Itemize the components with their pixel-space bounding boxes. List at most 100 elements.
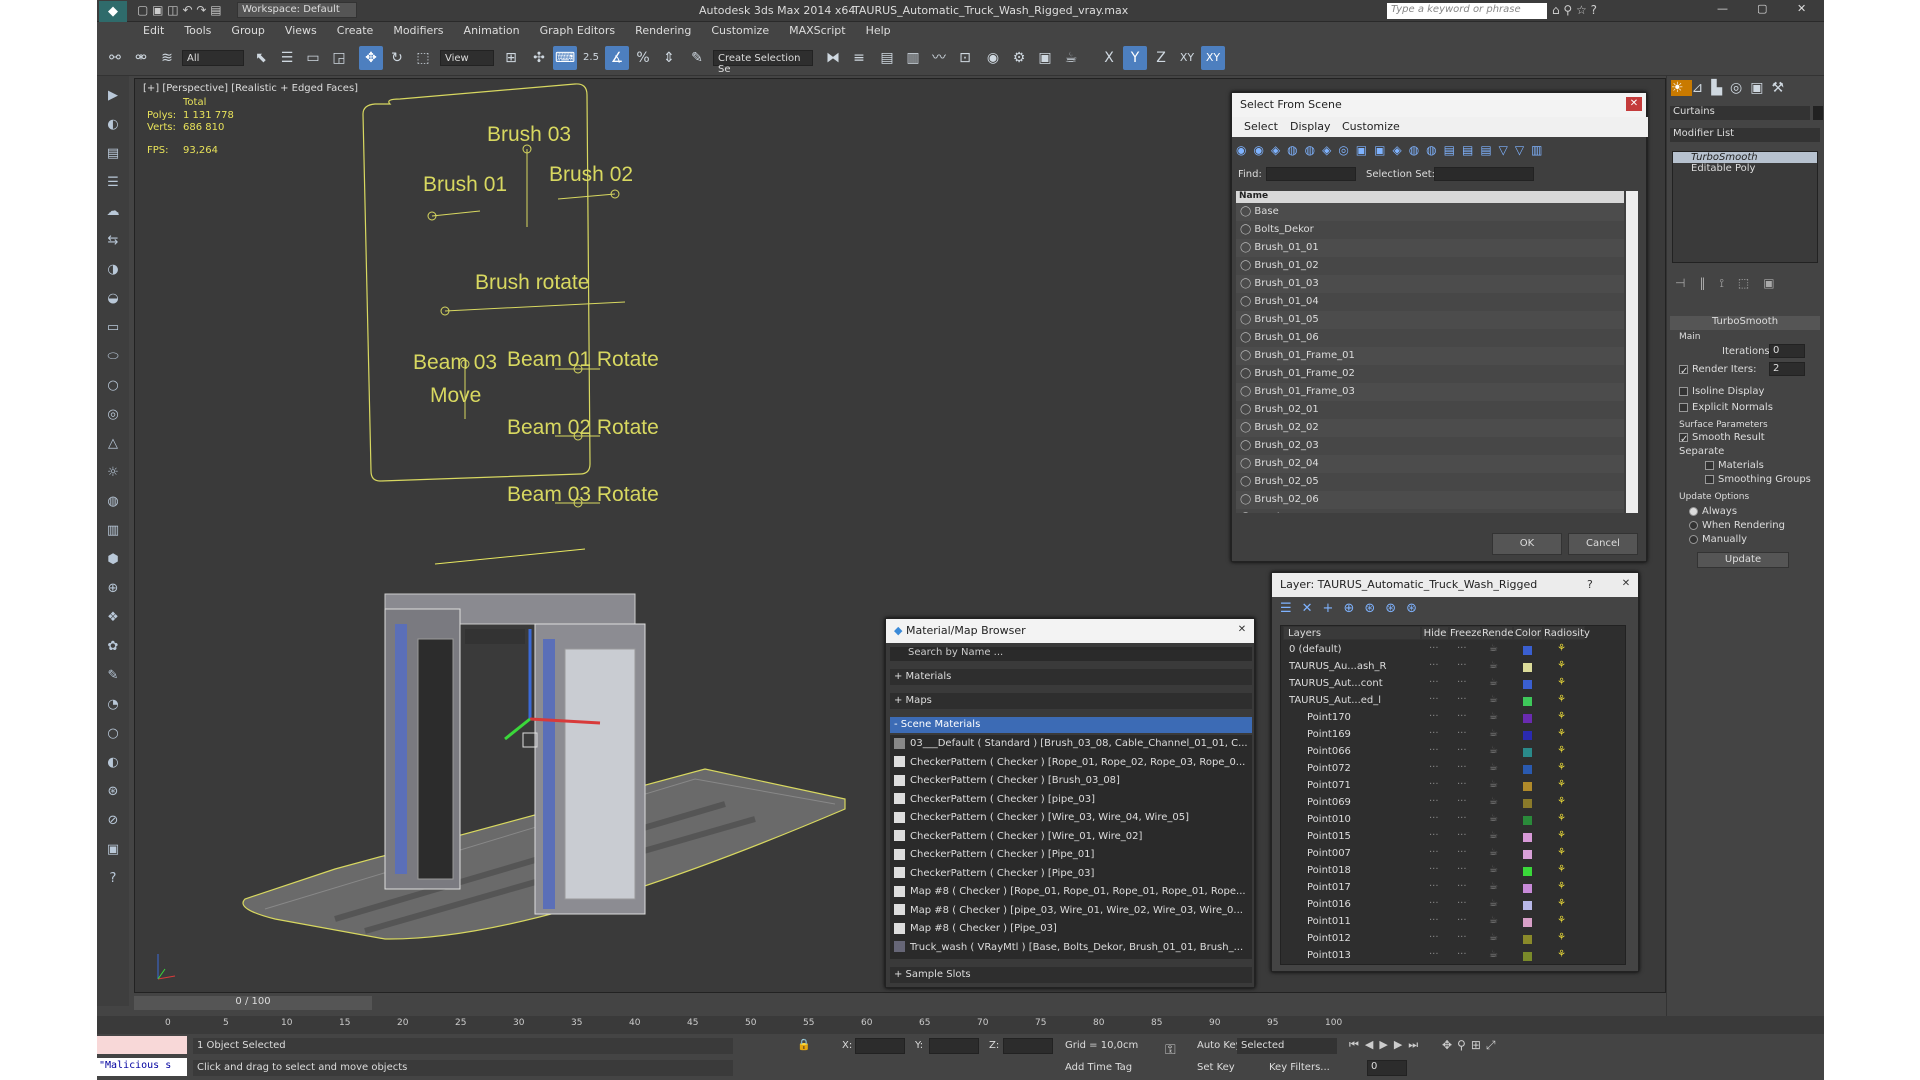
scene-item[interactable]: ◯ Brush_02_06 [1236,491,1624,509]
key-mode-select[interactable]: Selected [1237,1038,1337,1054]
hide-icon[interactable]: ··· [1429,932,1439,943]
layer-color-swatch[interactable] [1523,714,1532,723]
layer-row[interactable]: Point016 ··· ··· ☕ ⚘ [1281,897,1625,914]
spinner-snap-icon[interactable]: ⇕ [657,46,681,70]
freeze-icon[interactable]: ··· [1457,830,1467,841]
menu-select[interactable]: Select [1244,120,1278,133]
freeze-icon[interactable]: ··· [1457,711,1467,722]
update-when-rendering-radio[interactable]: When Rendering [1689,520,1785,531]
pivot-center-icon[interactable]: ⊞ [499,46,523,70]
layer-row[interactable]: Point017 ··· ··· ☕ ⚘ [1281,880,1625,897]
minimize-button[interactable]: — [1717,2,1728,15]
freeze-icon[interactable]: ··· [1457,745,1467,756]
tool-icon-27[interactable]: ? [103,869,123,889]
radiosity-icon[interactable]: ⚘ [1557,677,1566,688]
align-icon[interactable]: ≡ [847,46,871,70]
select-from-scene-dialog[interactable]: Select From Scene ✕ Select Display Custo… [1231,92,1648,562]
layer-color-swatch[interactable] [1523,697,1532,706]
y-coord-input[interactable] [929,1038,979,1054]
render-icon[interactable]: ☕ [1489,728,1498,739]
freeze-icon[interactable]: ··· [1457,677,1467,688]
smoothing-groups-check[interactable]: Smoothing Groups [1705,474,1811,485]
tool-icon-8[interactable]: ▭ [103,318,123,338]
scene-item[interactable]: ◯ Brush_02_04 [1236,455,1624,473]
render-setup-icon[interactable]: ⚙ [1007,46,1031,70]
command-panel-tabs[interactable]: ☀⊿▙◎▣⚒ [1671,80,1792,96]
tool-icon-0[interactable]: ▶ [103,86,123,106]
radiosity-icon[interactable]: ⚘ [1557,762,1566,773]
tool-icon-19[interactable]: ✿ [103,637,123,657]
tool-icon-13[interactable]: ☼ [103,463,123,483]
material-item[interactable]: CheckerPattern ( Checker ) [Wire_01, Wir… [890,828,1252,846]
render-iters-spinner[interactable]: 2 [1769,362,1805,376]
hide-icon[interactable]: ··· [1429,660,1439,671]
render-icon[interactable]: ☕ [1489,813,1498,824]
scene-object-list[interactable]: ◯ Base ◯ Bolts_Dekor ◯ Brush_01_01 ◯ Brush_… [1236,203,1624,513]
modifier-list-select[interactable]: Modifier List [1670,128,1820,142]
bind-spacewarp-icon[interactable]: ≋ [155,46,179,70]
hide-icon[interactable]: ··· [1429,847,1439,858]
menu-help[interactable]: Help [856,22,901,39]
render-icon[interactable]: ☕ [1489,932,1498,943]
material-item[interactable]: CheckerPattern ( Checker ) [pipe_03] [890,791,1252,809]
tool-icon-16[interactable]: ⬢ [103,550,123,570]
menu-rendering[interactable]: Rendering [625,22,701,39]
tool-icon-14[interactable]: ◍ [103,492,123,512]
maxscript-mini[interactable] [97,1036,187,1054]
radiosity-icon[interactable]: ⚘ [1557,830,1566,841]
scene-item[interactable]: ◯ Brush_02_02 [1236,419,1624,437]
menu-maxscript[interactable]: MAXScript [779,22,855,39]
tool-icon-26[interactable]: ▣ [103,840,123,860]
radiosity-icon[interactable]: ⚘ [1557,915,1566,926]
layer-toolbar[interactable]: ☰✕+⊕⊛⊛⊛ [1280,601,1427,616]
scene-item[interactable]: ◯ Brush_02_01 [1236,401,1624,419]
radiosity-icon[interactable]: ⚘ [1557,745,1566,756]
radiosity-icon[interactable]: ⚘ [1557,643,1566,654]
explicit-normals-check[interactable]: Explicit Normals [1679,402,1773,413]
curve-editor-icon[interactable]: 〰 [927,46,951,70]
hide-icon[interactable]: ··· [1429,898,1439,909]
workspace-select[interactable]: Workspace: Default [237,2,357,18]
render-icon[interactable]: ☕ [1489,779,1498,790]
axis-z-button[interactable]: Z [1149,46,1173,70]
scene-item[interactable]: ◯ Brush_01_02 [1236,257,1624,275]
current-frame-input[interactable]: 0 [1367,1060,1407,1076]
selection-filter[interactable]: All [182,50,244,66]
x-coord-input[interactable] [855,1038,905,1054]
radiosity-icon[interactable]: ⚘ [1557,694,1566,705]
freeze-icon[interactable]: ··· [1457,847,1467,858]
hide-icon[interactable]: ··· [1429,881,1439,892]
menu-graph-editors[interactable]: Graph Editors [530,22,626,39]
render-frame-icon[interactable]: ▣ [1033,46,1057,70]
iterations-spinner[interactable]: 0 [1769,344,1805,358]
tool-icon-9[interactable]: ⬭ [103,347,123,367]
scene-item[interactable]: ◯ Brush_01_Frame_03 [1236,383,1624,401]
hide-icon[interactable]: ··· [1429,677,1439,688]
layer-row[interactable]: Point007 ··· ··· ☕ ⚘ [1281,846,1625,863]
hide-icon[interactable]: ··· [1429,813,1439,824]
layer-row[interactable]: Point066 ··· ··· ☕ ⚘ [1281,744,1625,761]
key-icon[interactable]: ⚿ [1165,1042,1176,1058]
isoline-check[interactable]: Isoline Display [1679,386,1764,397]
tool-icon-4[interactable]: ☁ [103,202,123,222]
render-icon[interactable]: ☕ [1489,864,1498,875]
menu-views[interactable]: Views [275,22,327,39]
radiosity-icon[interactable]: ⚘ [1557,898,1566,909]
axis-y-button[interactable]: Y [1123,46,1147,70]
layer-color-swatch[interactable] [1523,663,1532,672]
hide-icon[interactable]: ··· [1429,779,1439,790]
rect-region-icon[interactable]: ▭ [301,46,325,70]
axis-xy-cycle-button[interactable]: XY [1201,46,1225,70]
named-selection-set[interactable]: Create Selection Se [713,50,813,75]
layer-color-swatch[interactable] [1523,816,1532,825]
scene-item[interactable]: ◯ Bolts_Dekor [1236,221,1624,239]
menu-display[interactable]: Display [1290,120,1331,133]
layer-color-swatch[interactable] [1523,782,1532,791]
menu-customize[interactable]: Customize [701,22,779,39]
scene-item[interactable]: ◯ Brush_01_Frame_02 [1236,365,1624,383]
freeze-icon[interactable]: ··· [1457,881,1467,892]
scene-item[interactable]: ◯ Brush_01_03 [1236,275,1624,293]
hide-icon[interactable]: ··· [1429,694,1439,705]
hide-icon[interactable]: ··· [1429,762,1439,773]
update-always-radio[interactable]: Always [1689,506,1737,517]
